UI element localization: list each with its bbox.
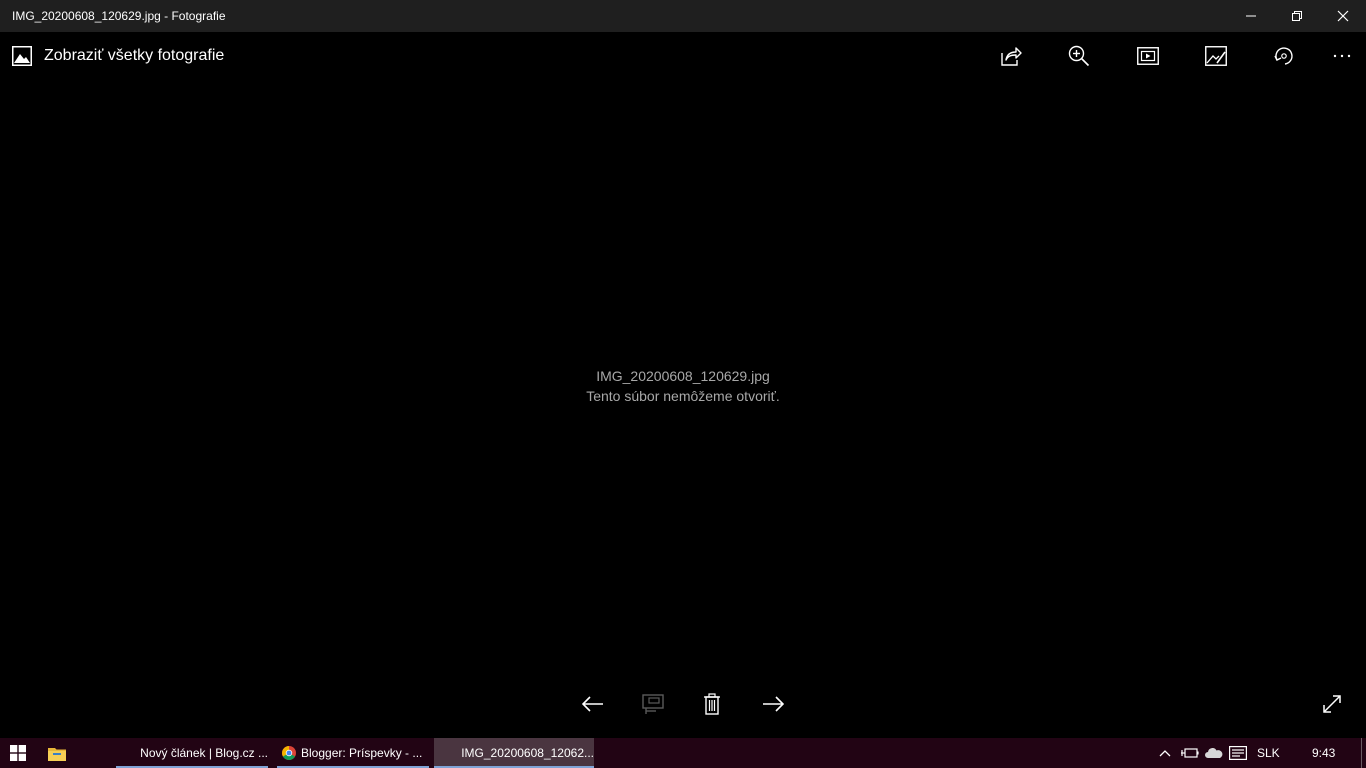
zoom-icon <box>1068 45 1090 67</box>
add-to-album-icon <box>642 694 664 714</box>
window-titlebar: IMG_20200608_120629.jpg - Fotografie <box>0 0 1366 32</box>
slideshow-icon <box>1137 47 1159 65</box>
next-arrow-icon <box>763 696 784 712</box>
zoom-button[interactable] <box>1065 42 1093 70</box>
taskbar-item-label: Nový článek | Blog.cz ... <box>140 746 268 760</box>
battery-tray-button[interactable] <box>1180 738 1200 768</box>
more-button[interactable] <box>1328 42 1356 70</box>
app-bar: Zobraziť všetky fotografie <box>0 32 1366 80</box>
picture-icon <box>12 46 32 66</box>
input-tray-button[interactable] <box>1228 738 1248 768</box>
rotate-button[interactable] <box>1270 42 1298 70</box>
taskbar: Nový článek | Blog.cz ... Blogger: Prísp… <box>0 738 1366 768</box>
chrome-icon <box>282 746 296 760</box>
show-desktop-button[interactable] <box>1361 738 1366 768</box>
battery-icon <box>1181 748 1199 758</box>
restore-button[interactable] <box>1274 0 1320 32</box>
taskbar-item-photos[interactable]: IMG_20200608_12062... <box>434 738 594 768</box>
add-to-album-button[interactable] <box>639 690 667 718</box>
language-indicator[interactable]: SLK <box>1257 738 1280 768</box>
rotate-icon <box>1274 47 1293 65</box>
onedrive-tray-button[interactable] <box>1204 738 1224 768</box>
slideshow-button[interactable] <box>1134 42 1162 70</box>
taskbar-item-label: Blogger: Príspevky - ... <box>301 746 423 760</box>
restore-icon <box>1292 11 1302 21</box>
share-icon <box>1001 47 1022 66</box>
start-button[interactable] <box>0 738 36 768</box>
folder-icon <box>48 747 66 761</box>
fullscreen-icon <box>1323 695 1341 713</box>
close-icon <box>1337 10 1349 22</box>
keyboard-icon <box>1229 746 1247 760</box>
share-button[interactable] <box>997 42 1025 70</box>
delete-button[interactable] <box>698 690 726 718</box>
window-controls <box>1228 0 1366 32</box>
delete-icon <box>704 693 720 715</box>
minimize-icon <box>1246 15 1256 17</box>
window-title: IMG_20200608_120629.jpg - Fotografie <box>12 9 226 23</box>
photos-icon <box>442 746 455 760</box>
edit-create-button[interactable] <box>1202 42 1230 70</box>
chevron-up-icon <box>1159 750 1171 757</box>
show-hidden-icons-button[interactable] <box>1156 738 1174 768</box>
taskbar-item-blogger[interactable]: Blogger: Príspevky - ... <box>277 738 429 768</box>
file-name: IMG_20200608_120629.jpg <box>596 368 770 384</box>
error-text: Tento súbor nemôžeme otvoriť. <box>586 388 780 404</box>
previous-button[interactable] <box>579 690 607 718</box>
clock[interactable]: 9:43 <box>1312 738 1335 768</box>
error-message: IMG_20200608_120629.jpg Tento súbor nemô… <box>0 366 1366 406</box>
close-button[interactable] <box>1320 0 1366 32</box>
fullscreen-button[interactable] <box>1318 690 1346 718</box>
windows-logo-icon <box>10 745 26 761</box>
minimize-button[interactable] <box>1228 0 1274 32</box>
file-explorer-button[interactable] <box>40 738 74 768</box>
view-all-photos-label: Zobraziť všetky fotografie <box>44 47 225 64</box>
taskbar-item-blog[interactable]: Nový článek | Blog.cz ... <box>116 738 268 768</box>
edit-create-icon <box>1205 46 1227 66</box>
cloud-icon <box>1205 748 1223 758</box>
previous-arrow-icon <box>582 696 603 712</box>
view-all-photos-button[interactable]: Zobraziť všetky fotografie <box>12 44 224 68</box>
taskbar-item-label: IMG_20200608_12062... <box>461 746 594 760</box>
edge-icon <box>124 745 134 761</box>
next-button[interactable] <box>759 690 787 718</box>
more-icon <box>1333 54 1351 58</box>
